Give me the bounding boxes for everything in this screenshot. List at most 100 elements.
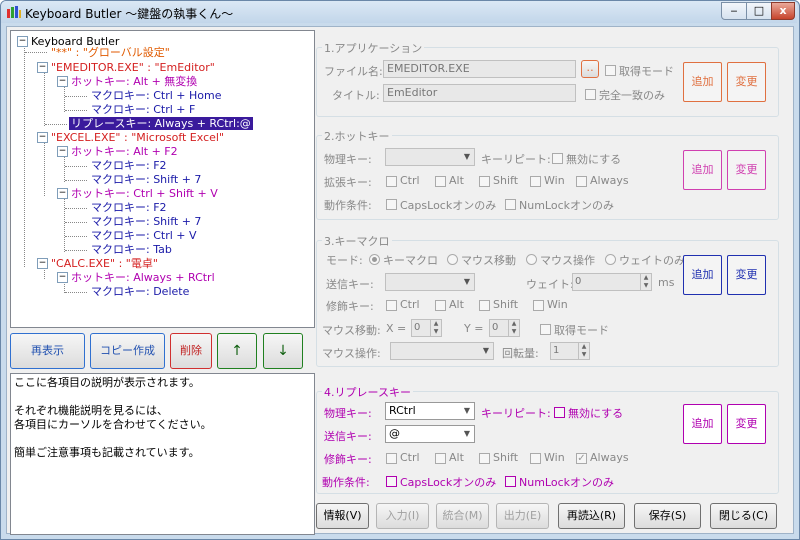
tree-node-macro[interactable]: マクロキー: F2 (91, 201, 167, 214)
merge-button[interactable]: 統合(M) (436, 503, 489, 529)
collapse-icon[interactable]: − (37, 132, 48, 143)
replace-num-checkbox[interactable] (505, 476, 516, 487)
mouse-op-combo[interactable]: ▼ (390, 342, 494, 360)
spin-arrows-icon[interactable]: ▲ ▼ (640, 274, 651, 290)
hotkey-shift-checkbox[interactable] (479, 176, 490, 187)
mode-waitonly-radio[interactable] (605, 254, 616, 265)
hotkey-caps-label: CapsLockオンのみ (400, 199, 497, 212)
hotkey-alt-checkbox[interactable] (435, 176, 446, 187)
x-spinner[interactable]: 0 ▲ ▼ (411, 319, 442, 337)
macro-send-combo[interactable]: ▼ (385, 273, 475, 291)
hotkey-phys-combo[interactable]: ▼ (385, 148, 475, 166)
window-title-field[interactable]: EmEditor (383, 84, 576, 102)
wait-spinner[interactable]: 0 ▲ ▼ (572, 273, 652, 291)
replace-change-button[interactable]: 変更 (727, 404, 766, 444)
mode-mousemove-radio[interactable] (447, 254, 458, 265)
exact-match-checkbox[interactable] (585, 89, 596, 100)
replace-always-label: Always (590, 451, 629, 464)
chevron-down-icon: ▼ (463, 277, 471, 286)
move-down-button[interactable]: ↓ (263, 333, 303, 369)
hotkey-win-checkbox[interactable] (530, 176, 541, 187)
mode-keymacro-radio[interactable] (369, 254, 380, 265)
hotkey-num-checkbox[interactable] (505, 199, 516, 210)
mode-mouseop-radio[interactable] (526, 254, 537, 265)
hotkey-ctrl-checkbox[interactable] (386, 176, 397, 187)
replace-phys-combo[interactable]: RCtrl ▼ (385, 402, 475, 420)
chevron-down-icon: ▼ (463, 406, 471, 415)
tree-node-macro[interactable]: マクロキー: Ctrl + V (91, 229, 197, 242)
hotkey-change-button[interactable]: 変更 (727, 150, 766, 190)
close-window-button[interactable]: x (771, 2, 795, 20)
spin-arrows-icon[interactable]: ▲ ▼ (430, 320, 441, 336)
minimize-button[interactable]: ‒ (721, 2, 747, 20)
tree-node-macro[interactable]: マクロキー: Shift + 7 (91, 173, 201, 186)
tree-node-hotkey[interactable]: ホットキー: Always + RCtrl (71, 271, 215, 284)
replace-alt-checkbox[interactable] (435, 453, 446, 464)
macro-change-button[interactable]: 変更 (727, 255, 766, 295)
file-name-field[interactable]: EMEDITOR.EXE (383, 60, 576, 78)
spin-arrows-icon[interactable]: ▲ ▼ (578, 343, 589, 359)
tree-node-macro[interactable]: マクロキー: Ctrl + F (91, 103, 195, 116)
copy-button[interactable]: コピー作成 (90, 333, 165, 369)
macro-ctrl-checkbox[interactable] (386, 300, 397, 311)
replace-always-checkbox[interactable]: ✓ (576, 453, 587, 464)
hotkey-phys-label: 物理キー: (324, 153, 372, 166)
tree-node-macro[interactable]: マクロキー: F2 (91, 159, 167, 172)
replace-caps-checkbox[interactable] (386, 476, 397, 487)
macro-get-mode-checkbox[interactable] (540, 324, 551, 335)
hotkey-always-checkbox[interactable] (576, 176, 587, 187)
app-change-button[interactable]: 変更 (727, 62, 766, 102)
tree-node-emeditor[interactable]: "EMEDITOR.EXE" : "EmEditor" (51, 61, 215, 74)
replace-ctrl-checkbox[interactable] (386, 453, 397, 464)
collapse-icon[interactable]: − (57, 272, 68, 283)
maximize-button[interactable]: □ (746, 2, 772, 20)
tree-node-excel[interactable]: "EXCEL.EXE" : "Microsoft Excel" (51, 131, 224, 144)
settings-tree[interactable]: − Keyboard Butler "**" : "グローバル設定" − "EM… (10, 30, 315, 328)
mouse-op-label: マウス操作: (322, 347, 381, 360)
tree-node-replace-selected[interactable]: リプレースキー: Always + RCtrl:@ (69, 117, 253, 130)
collapse-icon[interactable]: − (37, 62, 48, 73)
reload-button[interactable]: 再読込(R) (558, 503, 625, 529)
rotation-spinner[interactable]: 1 ▲ ▼ (550, 342, 590, 360)
move-up-button[interactable]: ↑ (217, 333, 257, 369)
collapse-icon[interactable]: − (57, 146, 68, 157)
collapse-icon[interactable]: − (57, 188, 68, 199)
collapse-icon[interactable]: − (57, 76, 68, 87)
collapse-icon[interactable]: − (17, 36, 28, 47)
save-button[interactable]: 保存(S) (634, 503, 701, 529)
title-bar[interactable]: Keyboard Butler ～鍵盤の執事くん～ ‒ □ x (1, 1, 797, 23)
hotkey-repeat-checkbox[interactable] (552, 153, 563, 164)
tree-node-hotkey[interactable]: ホットキー: Alt + F2 (71, 145, 178, 158)
app-add-button[interactable]: 追加 (683, 62, 722, 102)
tree-node-macro[interactable]: マクロキー: Delete (91, 285, 189, 298)
tree-node-macro[interactable]: マクロキー: Shift + 7 (91, 215, 201, 228)
output-button[interactable]: 出力(E) (496, 503, 549, 529)
delete-button[interactable]: 削除 (170, 333, 212, 369)
tree-node-macro[interactable]: マクロキー: Ctrl + Home (91, 89, 221, 102)
replace-shift-checkbox[interactable] (479, 453, 490, 464)
tree-node-hotkey[interactable]: ホットキー: Alt + 無変換 (71, 75, 197, 88)
replace-add-button[interactable]: 追加 (683, 404, 722, 444)
info-button[interactable]: 情報(V) (316, 503, 369, 529)
macro-shift-checkbox[interactable] (479, 300, 490, 311)
replace-win-checkbox[interactable] (530, 453, 541, 464)
tree-node-calc[interactable]: "CALC.EXE" : "電卓" (51, 257, 158, 270)
hotkey-caps-checkbox[interactable] (386, 199, 397, 210)
collapse-icon[interactable]: − (37, 258, 48, 269)
get-mode-checkbox[interactable] (605, 65, 616, 76)
tree-node-hotkey[interactable]: ホットキー: Ctrl + Shift + V (71, 187, 218, 200)
macro-win-checkbox[interactable] (533, 300, 544, 311)
macro-add-button[interactable]: 追加 (683, 255, 722, 295)
replace-repeat-checkbox[interactable] (554, 407, 565, 418)
macro-alt-checkbox[interactable] (435, 300, 446, 311)
y-spinner[interactable]: 0 ▲ ▼ (489, 319, 520, 337)
spin-arrows-icon[interactable]: ▲ ▼ (508, 320, 519, 336)
tree-node-macro[interactable]: マクロキー: Tab (91, 243, 172, 256)
hotkey-add-button[interactable]: 追加 (683, 150, 722, 190)
replace-send-combo[interactable]: @ ▼ (385, 425, 475, 443)
refresh-button[interactable]: 再表示 (10, 333, 85, 369)
input-button[interactable]: 入力(I) (376, 503, 429, 529)
pick-window-button[interactable]: ‥ (581, 60, 599, 78)
tree-node-global[interactable]: "**" : "グローバル設定" (51, 46, 170, 59)
close-button[interactable]: 閉じる(C) (710, 503, 777, 529)
